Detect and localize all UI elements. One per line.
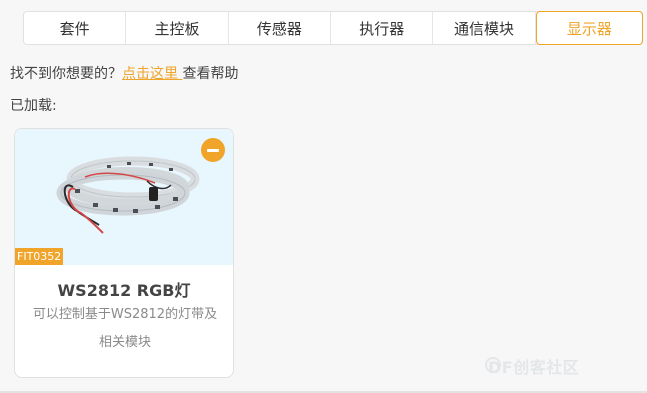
loaded-label: 已加载: [10,98,57,114]
help-prefix: 找不到你想要的？ [10,66,122,82]
product-card[interactable]: FIT0352 WS2812 RGB灯 可以控制基于WS2812的灯带及相关模块 [14,128,234,378]
product-image: FIT0352 [15,129,233,265]
help-link[interactable]: 点击这里 [122,66,182,82]
card-title: WS2812 RGB灯 [57,281,191,300]
tab-kits[interactable]: 套件 [24,12,127,44]
help-text: 找不到你想要的？点击这里 查看帮助 [10,63,238,83]
tab-displays[interactable]: 显示器 [535,11,644,45]
card-description: 可以控制基于WS2812的灯带及相关模块 [32,307,218,350]
tab-actuators[interactable]: 执行器 [331,12,434,44]
tab-sensors[interactable]: 传感器 [229,12,332,44]
help-suffix: 查看帮助 [182,66,239,82]
tab-mainboards[interactable]: 主控板 [126,12,229,44]
remove-icon[interactable] [201,138,225,162]
sku-badge: FIT0352 [15,248,64,265]
tab-communication[interactable]: 通信模块 [433,12,536,44]
category-tabbar: 套件 主控板 传感器 执行器 通信模块 显示器 [23,11,644,45]
watermark: DF创客社区 [488,358,580,377]
